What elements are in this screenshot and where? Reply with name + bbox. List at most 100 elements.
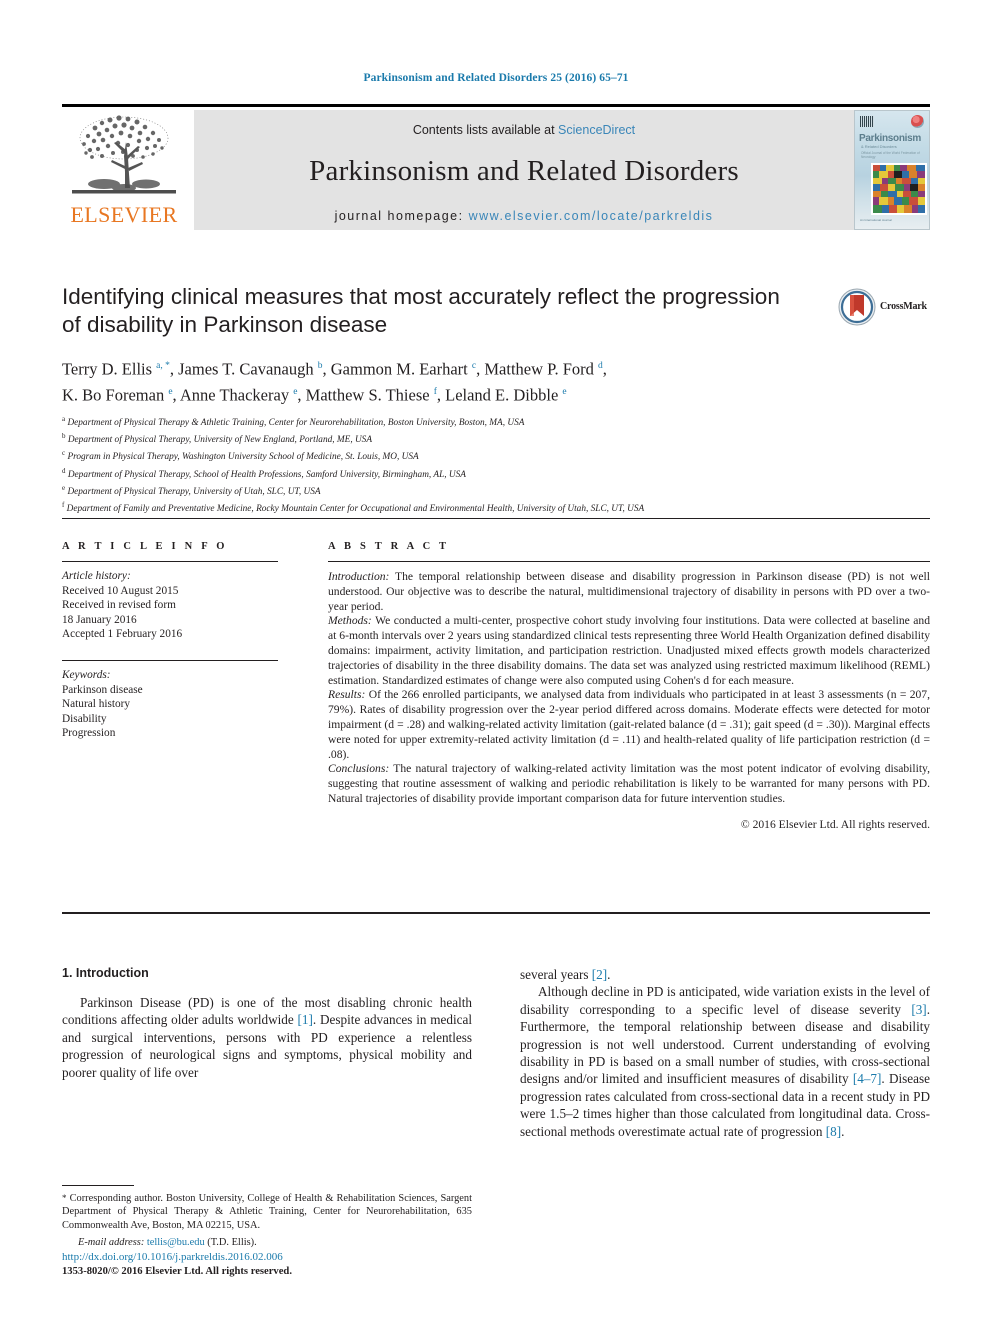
- article-history-label: Article history:: [62, 570, 131, 582]
- affiliation-mark: a: [62, 415, 66, 423]
- para2-text-d: .: [841, 1123, 845, 1139]
- affiliation-item: b Department of Physical Therapy, Univer…: [62, 430, 932, 447]
- email-link[interactable]: tellis@bu.edu: [147, 1237, 205, 1248]
- journal-masthead: ELSEVIER Contents lists available at Sci…: [62, 104, 930, 230]
- affiliation-text: Department of Family and Preventative Me…: [66, 504, 645, 515]
- publication-footer: http://dx.doi.org/10.1016/j.parkreldis.2…: [62, 1250, 522, 1279]
- email-label: E-mail address:: [78, 1237, 145, 1249]
- affiliation-text: Department of Physical Therapy, Universi…: [67, 486, 321, 497]
- crossmark-badge[interactable]: CrossMark: [838, 288, 934, 328]
- affiliation-item: e Department of Physical Therapy, Univer…: [62, 482, 932, 499]
- issn-copyright-line: 1353-8020/© 2016 Elsevier Ltd. All right…: [62, 1265, 292, 1277]
- contents-prefix: Contents lists available at: [412, 123, 559, 137]
- affiliation-item: a Department of Physical Therapy & Athle…: [62, 413, 932, 430]
- body-column-left: 1. Introduction Parkinson Disease (PD) i…: [62, 966, 472, 1081]
- article-info-heading: A R T I C L E I N F O: [62, 541, 228, 552]
- para2-text-a: Although decline in PD is anticipated, w…: [520, 984, 930, 1017]
- journal-cover-thumbnail[interactable]: Parkinsonism & Related Disorders Officia…: [854, 110, 930, 230]
- cover-mosaic-svg: [873, 165, 925, 213]
- elsevier-logo: ELSEVIER: [62, 110, 186, 230]
- abstract-section: Conclusions: The natural trajectory of w…: [328, 762, 930, 806]
- abstract-section-text: The temporal relationship between diseas…: [328, 570, 930, 613]
- abstract-section-text: We conducted a multi-center, prospective…: [328, 614, 930, 687]
- cover-subtitle-secondary: Official Journal of the World Federation…: [861, 151, 920, 159]
- author-line-1: Terry D. Ellis a, *, James T. Cavanaugh …: [62, 359, 607, 379]
- corresponding-author-footnote: * Corresponding author. Boston Universit…: [62, 1192, 472, 1250]
- introduction-paragraph-2: Although decline in PD is anticipated, w…: [520, 983, 930, 1140]
- abstract-panel: A B S T R A C T Introduction: The tempor…: [328, 541, 930, 831]
- article-history-item: 18 January 2016: [62, 613, 137, 626]
- abstract-body: Introduction: The temporal relationship …: [328, 570, 930, 807]
- cover-title: Parkinsonism: [859, 133, 921, 144]
- journal-title: Parkinsonism and Related Disorders: [309, 155, 739, 187]
- abstract-bottom-rule: [62, 912, 930, 914]
- keyword-item: Natural history: [62, 698, 131, 711]
- article-info-rule: [62, 561, 278, 562]
- article-history-item: Accepted 1 February 2016: [62, 628, 183, 641]
- affiliation-text: Department of Physical Therapy & Athleti…: [67, 418, 525, 429]
- contents-available-line: Contents lists available at ScienceDirec…: [194, 123, 854, 137]
- affiliation-text: Department of Physical Therapy, School o…: [67, 469, 466, 480]
- affiliation-mark: d: [62, 466, 66, 475]
- corresponding-author-text: Corresponding author. Boston University,…: [62, 1193, 472, 1231]
- abstract-section-text: The natural trajectory of walking-relate…: [328, 762, 930, 805]
- affiliation-mark: f: [62, 500, 65, 509]
- abstract-section-label: Methods:: [328, 614, 372, 628]
- paragraph-continuation: several years [2].: [520, 966, 930, 983]
- author-line-2: K. Bo Foreman e, Anne Thackeray e, Matth…: [62, 385, 567, 404]
- citation-ref-1[interactable]: [1]: [298, 1012, 313, 1027]
- abstract-copyright: © 2016 Elsevier Ltd. All rights reserved…: [740, 817, 930, 831]
- running-head: Parkinsonism and Related Disorders 25 (2…: [363, 72, 629, 84]
- abstract-section-label: Conclusions:: [328, 762, 390, 776]
- abstract-section-label: Introduction:: [328, 570, 390, 583]
- crossmark-label: CrossMark: [880, 301, 927, 312]
- cover-mosaic-image: [871, 163, 927, 215]
- elsevier-wordmark: ELSEVIER: [70, 202, 178, 227]
- citation-ref-4[interactable]: [4–7]: [853, 1071, 882, 1086]
- article-info-panel: A R T I C L E I N F O Article history: R…: [62, 541, 278, 741]
- body-column-right: several years [2]. Although decline in P…: [520, 966, 930, 1140]
- footnote-rule: [62, 1185, 134, 1186]
- citation-ref-5[interactable]: [8]: [826, 1124, 841, 1139]
- article-history-item: Received 10 August 2015: [62, 584, 179, 597]
- abstract-rule: [328, 561, 930, 562]
- keywords-label: Keywords:: [62, 668, 111, 681]
- cover-society-emblem-icon: [911, 115, 924, 128]
- elsevier-tree-icon: [72, 115, 176, 194]
- affiliation-text: Department of Physical Therapy, Universi…: [67, 435, 373, 446]
- affiliation-text: Program in Physical Therapy, Washington …: [67, 452, 419, 463]
- crossmark-icon: [838, 288, 876, 326]
- keyword-item: Disability: [62, 712, 107, 725]
- keywords-rule: [62, 659, 278, 661]
- keyword-item: Progression: [62, 727, 116, 740]
- abstract-section: Methods: We conducted a multi-center, pr…: [328, 614, 930, 688]
- page-title: Identifying clinical measures that most …: [62, 284, 780, 337]
- article-page: Parkinsonism and Related Disorders 25 (2…: [0, 0, 992, 1323]
- affiliation-mark: e: [62, 483, 66, 492]
- keywords-block: Keywords: Parkinson disease Natural hist…: [62, 668, 278, 741]
- affiliation-item: c Program in Physical Therapy, Washingto…: [62, 447, 932, 464]
- abstract-section: Introduction: The temporal relationship …: [328, 570, 930, 614]
- doi-link[interactable]: http://dx.doi.org/10.1016/j.parkreldis.2…: [62, 1250, 522, 1265]
- cont-text-pre: several years: [520, 967, 592, 982]
- citation-ref-3[interactable]: [3]: [911, 1002, 926, 1017]
- homepage-url-link[interactable]: www.elsevier.com/locate/parkreldis: [469, 209, 714, 223]
- journal-homepage-line: journal homepage: www.elsevier.com/locat…: [194, 209, 854, 223]
- author-list: Terry D. Ellis a, *, James T. Cavanaugh …: [62, 355, 802, 406]
- email-attribution: (T.D. Ellis).: [204, 1237, 257, 1249]
- citation-ref-2[interactable]: [2]: [592, 967, 607, 982]
- introduction-paragraph-1: Parkinson Disease (PD) is one of the mos…: [62, 994, 472, 1081]
- affiliation-list: a Department of Physical Therapy & Athle…: [62, 413, 932, 516]
- title-block: Identifying clinical measures that most …: [62, 283, 802, 406]
- abstract-section-label: Results:: [328, 688, 366, 702]
- affiliation-mark: c: [62, 449, 66, 458]
- abstract-section: Results: Of the 266 enrolled participant…: [328, 688, 930, 762]
- abstract-top-rule: [62, 518, 930, 519]
- cont-text-post: .: [607, 967, 611, 982]
- affiliation-item: d Department of Physical Therapy, School…: [62, 465, 932, 482]
- affiliation-mark: b: [62, 432, 66, 441]
- affiliation-item: f Department of Family and Preventative …: [62, 499, 932, 516]
- cover-barcode-icon: [860, 116, 874, 127]
- introduction-heading: 1. Introduction: [62, 966, 149, 980]
- sciencedirect-link[interactable]: ScienceDirect: [558, 123, 635, 137]
